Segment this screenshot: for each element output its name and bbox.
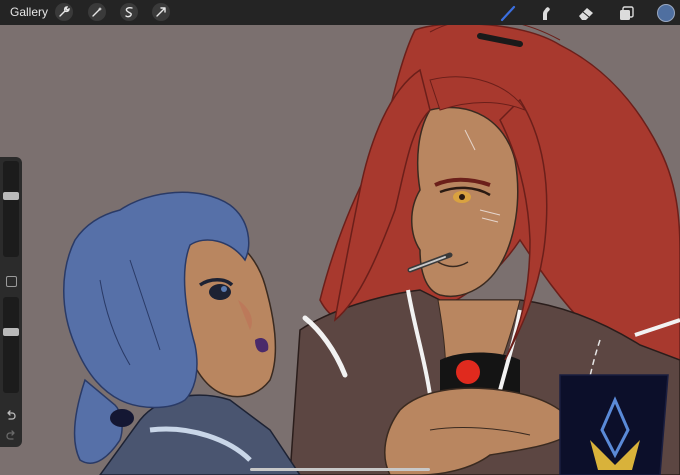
brush-tool[interactable] [498,3,518,23]
brush-size-thumb[interactable] [3,191,19,200]
left-sidebar [0,157,22,447]
layers-icon [620,6,634,20]
emblem-panel [559,374,669,475]
actions-button[interactable] [55,3,73,21]
modify-button[interactable] [6,276,17,287]
eraser-tool[interactable] [576,3,596,23]
adjustments-button[interactable] [88,3,106,21]
color-swatch[interactable] [657,4,675,22]
opacity-slider[interactable] [3,297,19,393]
undo-icon[interactable] [5,409,17,421]
brush-size-slider[interactable] [3,161,19,257]
opacity-thumb[interactable] [3,327,19,336]
gallery-button[interactable]: Gallery [10,5,48,19]
eraser-icon [579,8,593,20]
home-indicator [250,468,430,471]
redo-icon[interactable] [5,429,17,441]
layers-tool[interactable] [616,3,636,23]
top-toolbar: Gallery [0,0,680,25]
wrench-icon [59,6,70,17]
brush-icon [500,5,516,22]
magic-wand-icon [92,7,102,17]
transform-button[interactable] [152,3,170,21]
smudge-tool[interactable] [536,3,556,23]
selection-icon [125,7,133,18]
transform-icon [156,7,166,17]
drawing-canvas[interactable] [0,0,680,475]
selection-button[interactable] [120,3,138,21]
smudge-icon [543,7,550,20]
